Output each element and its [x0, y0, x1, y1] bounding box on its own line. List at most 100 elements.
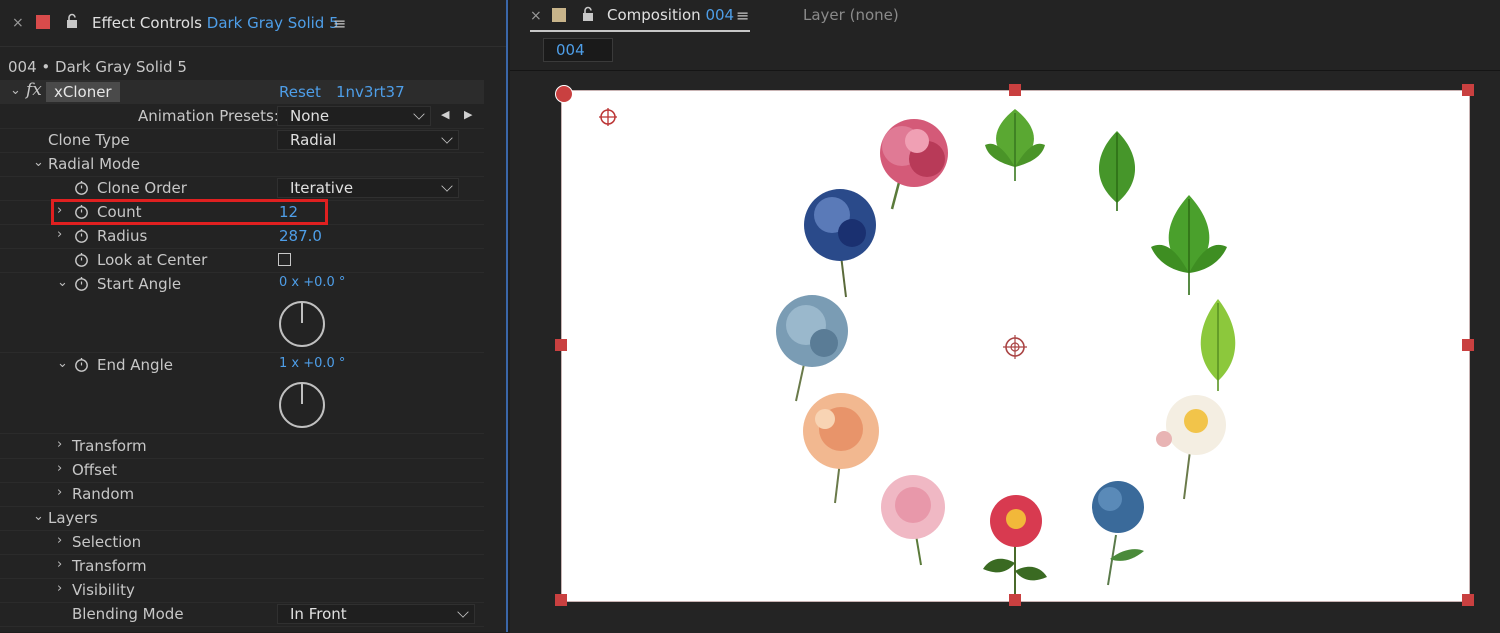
dusty-blue-peony-clone [776, 295, 848, 402]
close-tab-icon[interactable]: × [12, 15, 24, 31]
animation-presets-value: None [290, 107, 330, 125]
chevron-down-icon[interactable]: ⌄ [57, 275, 68, 290]
leaf-clone [1151, 195, 1227, 295]
handle-top-center[interactable] [1009, 84, 1021, 96]
layers-group-row[interactable]: ⌄ Layers [0, 506, 484, 531]
handle-bottom-left[interactable] [555, 594, 567, 606]
comp-tab-name: 004 [705, 6, 735, 24]
composition-tabbar: × Composition 004 ≡ Layer (none) [510, 0, 1500, 34]
stopwatch-icon[interactable] [74, 357, 89, 372]
handle-bottom-center[interactable] [1009, 594, 1021, 606]
chevron-down-icon[interactable]: ⌄ [33, 509, 44, 524]
start-angle-value[interactable]: 0 x +0.0 ° [279, 275, 345, 290]
composition-subtab[interactable]: 004 [543, 38, 613, 62]
next-preset-icon[interactable]: ▶ [464, 108, 472, 121]
panel-color-label-icon[interactable] [552, 8, 566, 22]
chevron-right-icon[interactable]: › [57, 485, 62, 500]
effect-header-row[interactable]: ⌄ fx xCloner Reset 1nv3rt37 [0, 80, 484, 104]
leaf-clone [1098, 131, 1136, 211]
clone-order-label: Clone Order [97, 179, 187, 197]
stopwatch-icon[interactable] [74, 276, 89, 291]
random-label: Random [72, 485, 135, 503]
handle-middle-left[interactable] [555, 339, 567, 351]
radial-mode-row[interactable]: ⌄ Radial Mode [0, 152, 484, 177]
effect-name[interactable]: xCloner [46, 82, 120, 102]
layer-origin-handle[interactable] [555, 85, 573, 103]
clone-type-dropdown[interactable]: Radial [277, 130, 459, 150]
anchor-point-icon[interactable] [598, 107, 618, 127]
transform-group-row[interactable]: › Transform [0, 434, 484, 459]
comp-tab-prefix: Composition [607, 6, 701, 24]
animation-presets-dropdown[interactable]: None [277, 106, 431, 126]
reset-link[interactable]: Reset [279, 83, 321, 101]
blending-mode-row: Blending Mode In Front [0, 602, 484, 627]
chevron-right-icon[interactable]: › [57, 461, 62, 476]
end-angle-row: ⌄ End Angle 1 x +0.0 ° [0, 353, 484, 434]
blending-mode-dropdown[interactable]: In Front [277, 604, 475, 624]
chevron-down-icon[interactable]: ⌄ [57, 356, 68, 371]
end-angle-value[interactable]: 1 x +0.0 ° [279, 356, 345, 371]
active-tab-underline [530, 30, 750, 32]
selection-group-row[interactable]: › Selection [0, 530, 484, 555]
clone-type-value: Radial [290, 131, 337, 149]
composition-canvas[interactable] [561, 90, 1470, 602]
peach-peony-clone [803, 393, 879, 504]
handle-middle-right[interactable] [1462, 339, 1474, 351]
effect-controls-tabbar: × Effect Controls Dark Gray Solid 5 ≡ [0, 0, 506, 48]
panel-menu-icon[interactable]: ≡ [333, 14, 346, 33]
panel-color-label-icon[interactable] [36, 15, 50, 29]
chevron-right-icon[interactable]: › [57, 533, 62, 548]
chevron-right-icon[interactable]: › [57, 227, 62, 242]
blending-mode-value: In Front [290, 605, 347, 623]
lock-icon[interactable] [582, 6, 594, 22]
layers-transform-group-row[interactable]: › Transform [0, 554, 484, 579]
layer-tab[interactable]: Layer (none) [803, 6, 899, 24]
stopwatch-icon[interactable] [74, 228, 89, 243]
layers-label: Layers [48, 509, 98, 527]
animation-presets-label: Animation Presets: [138, 107, 279, 125]
chevron-right-icon[interactable]: › [57, 581, 62, 596]
offset-group-row[interactable]: › Offset [0, 458, 484, 483]
chevron-right-icon[interactable]: › [57, 437, 62, 452]
look-at-center-label: Look at Center [97, 251, 208, 269]
chevron-down-icon[interactable]: ⌄ [33, 155, 44, 170]
start-angle-label: Start Angle [97, 275, 182, 293]
clone-order-row: Clone Order Iterative [0, 176, 484, 201]
author-link[interactable]: 1nv3rt37 [336, 83, 405, 101]
clone-order-value: Iterative [290, 179, 354, 197]
chevron-down-icon [457, 606, 469, 618]
center-crosshair-icon[interactable] [1002, 334, 1028, 360]
panel-menu-icon[interactable]: ≡ [736, 6, 749, 25]
handle-bottom-right[interactable] [1462, 594, 1474, 606]
random-group-row[interactable]: › Random [0, 482, 484, 507]
close-tab-icon[interactable]: × [530, 8, 542, 24]
previous-preset-icon[interactable]: ◀ [441, 108, 449, 121]
composition-tab[interactable]: Composition 004 [607, 6, 734, 24]
start-angle-dial[interactable] [279, 301, 325, 347]
navy-peony-clone [804, 189, 876, 298]
radius-value[interactable]: 287.0 [279, 227, 322, 245]
visibility-group-row[interactable]: › Visibility [0, 578, 484, 603]
chevron-down-icon [413, 108, 425, 120]
handle-top-right[interactable] [1462, 84, 1474, 96]
look-at-center-checkbox[interactable] [278, 253, 291, 266]
chevron-down-icon [441, 132, 453, 144]
lock-icon[interactable] [66, 13, 78, 29]
tab-prefix: Effect Controls [92, 14, 202, 32]
end-angle-label: End Angle [97, 356, 173, 374]
composition-viewer[interactable] [510, 70, 1500, 633]
end-angle-dial[interactable] [279, 382, 325, 428]
look-at-center-row: Look at Center [0, 248, 484, 273]
clone-order-dropdown[interactable]: Iterative [277, 178, 459, 198]
leaf-clone [985, 109, 1045, 181]
radius-label: Radius [97, 227, 148, 245]
effect-controls-tab[interactable]: Effect Controls Dark Gray Solid 5 [92, 14, 339, 32]
tab-divider [0, 46, 506, 47]
blending-mode-label: Blending Mode [72, 605, 184, 623]
stopwatch-icon[interactable] [74, 252, 89, 267]
fx-icon[interactable]: fx [26, 80, 42, 100]
blue-hydrangea-clone [1092, 481, 1144, 586]
chevron-right-icon[interactable]: › [57, 557, 62, 572]
stopwatch-icon[interactable] [74, 180, 89, 195]
chevron-down-icon[interactable]: ⌄ [10, 83, 21, 98]
